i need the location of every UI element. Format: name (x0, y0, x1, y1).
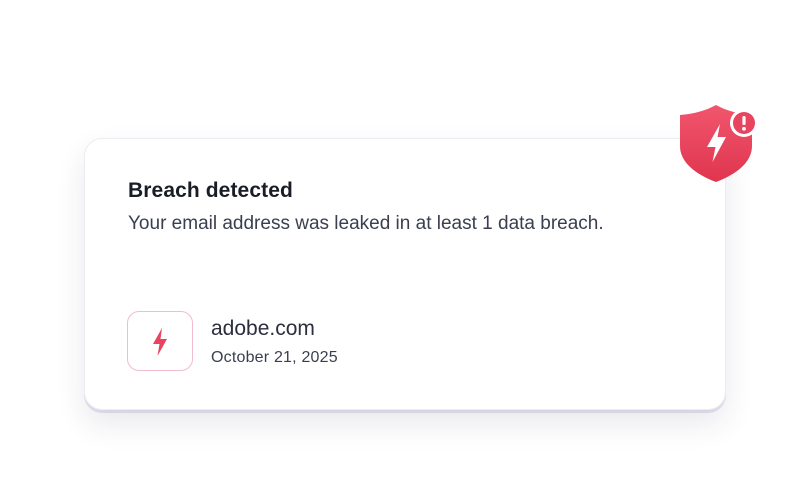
card-description: Your email address was leaked in at leas… (128, 213, 604, 234)
breach-card: Breach detected Your email address was l… (84, 138, 726, 410)
breach-shield-badge (676, 102, 764, 186)
breach-domain: adobe.com (211, 317, 315, 340)
exclamation-icon (730, 109, 758, 137)
breach-icon-tile (127, 311, 193, 371)
breach-date: October 21, 2025 (211, 349, 338, 366)
lightning-icon (153, 328, 167, 356)
card-title: Breach detected (128, 179, 293, 202)
breach-list-item[interactable]: adobe.com October 21, 2025 (127, 311, 547, 373)
